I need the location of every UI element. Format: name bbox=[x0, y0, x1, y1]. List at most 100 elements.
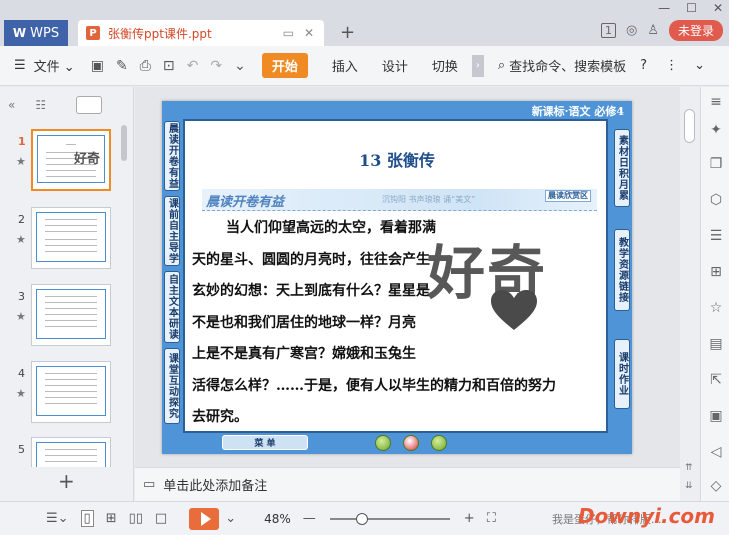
tab-insert[interactable]: 插入 bbox=[332, 56, 358, 75]
command-search[interactable]: ⌕ 查找命令、搜索模板 bbox=[497, 56, 627, 75]
search-icon: ⌕ bbox=[497, 58, 506, 73]
paragraph-line: 去研究。 bbox=[192, 409, 248, 425]
star-icon: ★ bbox=[16, 310, 26, 323]
star-icon: ★ bbox=[16, 155, 26, 168]
tab-start[interactable]: 开始 bbox=[261, 53, 308, 78]
undo-icon[interactable]: ↶ bbox=[187, 58, 199, 74]
zoom-slider-knob[interactable] bbox=[355, 512, 368, 525]
vertical-scrollbar[interactable]: ⇈ ⇊ bbox=[680, 87, 700, 501]
left-tab-3[interactable]: 自主文本研读 bbox=[164, 271, 180, 343]
maximize-icon[interactable]: ☐ bbox=[686, 1, 697, 15]
thumbnail-2[interactable]: 2 ★ bbox=[0, 207, 120, 273]
thumbnail-number: 3 bbox=[18, 290, 25, 303]
print-preview-icon[interactable]: ⊡ bbox=[163, 58, 175, 74]
close-tab-icon[interactable]: ✕ bbox=[304, 26, 314, 40]
shirt-icon[interactable]: ♙ bbox=[647, 23, 659, 38]
thumbnail-header: « ☷ bbox=[0, 87, 133, 123]
tab-design[interactable]: 设计 bbox=[382, 56, 408, 75]
normal-view-icon[interactable]: ▯ bbox=[80, 510, 94, 527]
monitor-icon[interactable]: ▭ bbox=[283, 26, 294, 40]
sliders-icon[interactable]: ☰ bbox=[707, 227, 725, 245]
zoom-level[interactable]: 48% bbox=[264, 512, 291, 526]
thumbnail-frame bbox=[36, 289, 106, 339]
save-icon[interactable]: ▣ bbox=[91, 58, 104, 74]
thumbnail-watermark: 好奇 bbox=[73, 152, 100, 167]
hamburger-icon[interactable]: ≡ bbox=[707, 93, 725, 111]
collapse-ribbon-icon[interactable]: ⌄ bbox=[694, 58, 705, 73]
right-tab-3[interactable]: 课时作业 bbox=[614, 339, 630, 409]
next-icon[interactable] bbox=[431, 435, 447, 451]
close-window-icon[interactable]: ✕ bbox=[713, 1, 723, 15]
zoom-out-icon[interactable]: — bbox=[303, 511, 316, 526]
add-slide-button[interactable]: + bbox=[58, 469, 75, 493]
thumbnail-number: 4 bbox=[18, 367, 25, 380]
file-menu[interactable]: 文件 ⌄ bbox=[34, 56, 75, 75]
thumbnail-4[interactable]: 4 ★ bbox=[0, 361, 120, 427]
star-icon: ★ bbox=[16, 387, 26, 400]
banner-link[interactable]: 晨读欣赏区 bbox=[545, 190, 591, 202]
chevron-down-icon[interactable]: ⌄ bbox=[225, 511, 236, 526]
skin-icon[interactable]: ◎ bbox=[626, 23, 637, 38]
shape-icon[interactable]: ⬡ bbox=[707, 191, 725, 209]
banner-subtitle: 沉钩阳 书声琅琅 诵“美文” bbox=[382, 195, 476, 204]
previous-icon[interactable] bbox=[375, 435, 391, 451]
thumbnail-image bbox=[31, 437, 111, 467]
left-tab-2[interactable]: 课前自主导学 bbox=[164, 196, 180, 266]
document-tab[interactable]: P 张衡传ppt课件.ppt ▭ ✕ bbox=[78, 20, 324, 46]
banner-title: 晨读开卷有益 bbox=[206, 195, 285, 210]
slide-header: 新课标·语文 必修4 bbox=[531, 105, 624, 118]
login-button[interactable]: 未登录 bbox=[668, 20, 723, 41]
slide-menu-button[interactable]: 菜 单 bbox=[222, 435, 308, 450]
zoom-slider[interactable] bbox=[329, 512, 450, 525]
wps-home-tab[interactable]: W WPS bbox=[4, 20, 68, 46]
sparkle-icon[interactable]: ✦ bbox=[707, 121, 725, 139]
format-painter-icon[interactable]: ✎ bbox=[116, 58, 128, 74]
title-right-tools: 1 ◎ ♙ 未登录 bbox=[600, 20, 723, 41]
thumbnail-3[interactable]: 3 ★ bbox=[0, 284, 120, 350]
zoom-in-icon[interactable]: + bbox=[464, 511, 475, 526]
notes-area[interactable]: ▭ 单击此处添加备注 bbox=[135, 467, 680, 501]
notes-toggle-icon[interactable]: ☰⌄ bbox=[46, 511, 69, 526]
chevron-down-icon[interactable]: ⌄ bbox=[234, 58, 246, 74]
print-icon[interactable]: ⎙ bbox=[140, 58, 151, 74]
picture-icon[interactable]: ▣ bbox=[707, 407, 725, 425]
thumbnail-5[interactable]: 5 bbox=[0, 437, 120, 467]
tab-transition[interactable]: 切换 bbox=[432, 56, 458, 75]
sorter-view-icon[interactable]: ⊞ bbox=[106, 511, 117, 526]
archive-icon[interactable]: ▤ bbox=[707, 335, 725, 353]
outline-view-icon[interactable]: ☷ bbox=[35, 98, 46, 112]
scroll-up-icon[interactable]: ⇈ bbox=[685, 463, 693, 473]
help-icon[interactable]: ? bbox=[640, 58, 647, 73]
more-icon[interactable]: ⋮ bbox=[665, 58, 678, 73]
share-icon[interactable]: ⇱ bbox=[707, 371, 725, 389]
left-tab-4[interactable]: 课堂互动探究 bbox=[164, 348, 180, 424]
reading-view-icon[interactable]: ▯▯ bbox=[129, 511, 143, 526]
redo-icon[interactable]: ↷ bbox=[210, 58, 222, 74]
home-icon[interactable] bbox=[403, 435, 419, 451]
collapse-panel-icon[interactable]: « bbox=[8, 98, 15, 112]
thumbnail-frame: 好奇 bbox=[37, 135, 105, 183]
add-tab-button[interactable]: + bbox=[340, 22, 355, 43]
notification-count[interactable]: 1 bbox=[600, 23, 616, 38]
paragraph-line: 上是不是真有广寒宫？嫦娥和玉兔生 bbox=[192, 346, 416, 362]
scrollbar-thumb[interactable] bbox=[684, 109, 695, 143]
star-outline-icon[interactable]: ☆ bbox=[707, 299, 725, 317]
right-tab-2[interactable]: 教学资源链接 bbox=[614, 229, 630, 311]
brand-watermark: Downyi.com bbox=[578, 504, 715, 528]
play-slideshow-button[interactable] bbox=[189, 507, 220, 530]
copy-icon[interactable]: ❐ bbox=[707, 155, 725, 173]
scroll-down-icon[interactable]: ⇊ bbox=[685, 481, 693, 491]
menu-icon[interactable]: ☰ bbox=[14, 58, 26, 73]
chevron-right-icon[interactable]: › bbox=[471, 54, 484, 77]
reading-mode-icon[interactable]: □ bbox=[155, 511, 167, 526]
minimize-icon[interactable]: — bbox=[658, 1, 670, 15]
thumbnail-frame bbox=[36, 212, 106, 262]
thumbnail-scrollbar[interactable] bbox=[121, 125, 127, 161]
thumbnail-view-icon[interactable] bbox=[76, 96, 103, 114]
thumbnail-1[interactable]: 1 ★ 好奇 bbox=[0, 129, 120, 195]
thumbnail-frame bbox=[36, 442, 106, 467]
shield-icon[interactable]: ◇ bbox=[707, 477, 725, 495]
image-gallery-icon[interactable]: ⊞ bbox=[707, 263, 725, 281]
volume-icon[interactable]: ◁ bbox=[707, 443, 725, 461]
fit-window-icon[interactable]: ⛶ bbox=[487, 511, 496, 526]
